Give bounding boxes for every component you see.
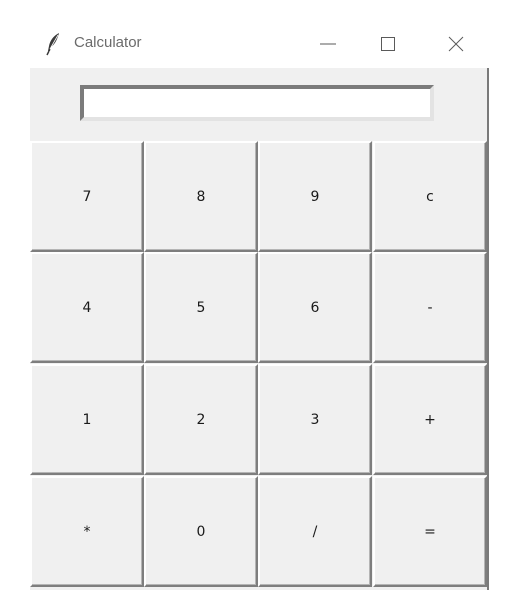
minimize-button[interactable]	[305, 20, 351, 68]
key-4[interactable]: 4	[30, 252, 144, 363]
key-6[interactable]: 6	[258, 252, 372, 363]
maximize-icon	[381, 37, 395, 51]
key-5[interactable]: 5	[144, 252, 258, 363]
key-8[interactable]: 8	[144, 141, 258, 252]
key-0[interactable]: 0	[144, 476, 258, 587]
window-title: Calculator	[74, 34, 142, 51]
close-icon	[448, 36, 464, 52]
close-button[interactable]	[433, 20, 479, 68]
calculator-window: Calculator 7 8 9 c 4 5 6 - 1 2 3 + * 0 /…	[30, 20, 489, 590]
key-multiply[interactable]: *	[30, 476, 144, 587]
display-entry[interactable]	[80, 85, 434, 121]
key-7[interactable]: 7	[30, 141, 144, 252]
key-1[interactable]: 1	[30, 364, 144, 475]
title-bar[interactable]: Calculator	[30, 20, 488, 68]
key-clear[interactable]: c	[373, 141, 487, 252]
key-2[interactable]: 2	[144, 364, 258, 475]
key-9[interactable]: 9	[258, 141, 372, 252]
key-equals[interactable]: =	[373, 476, 487, 587]
feather-icon	[44, 32, 62, 56]
maximize-button[interactable]	[365, 20, 411, 68]
display-area	[30, 68, 487, 140]
key-minus[interactable]: -	[373, 252, 487, 363]
key-plus[interactable]: +	[373, 364, 487, 475]
key-3[interactable]: 3	[258, 364, 372, 475]
minimize-icon	[320, 43, 336, 45]
key-divide[interactable]: /	[258, 476, 372, 587]
keypad: 7 8 9 c 4 5 6 - 1 2 3 + * 0 / =	[30, 141, 487, 589]
window-border	[487, 68, 489, 590]
